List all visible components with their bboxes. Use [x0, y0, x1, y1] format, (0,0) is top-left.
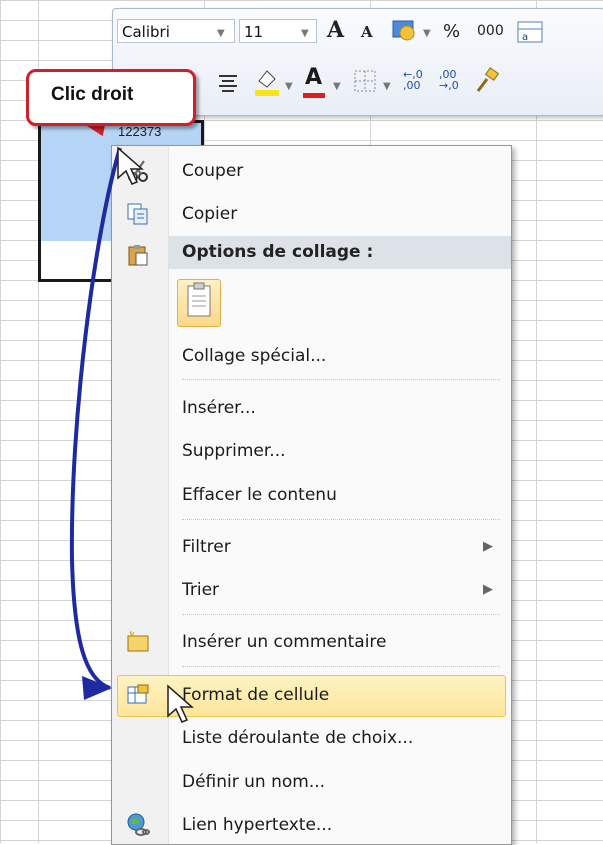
annotation-arrow-line — [69, 147, 122, 690]
annotation-overlay — [69, 146, 194, 723]
mouse-cursor-icon — [167, 684, 194, 723]
mouse-cursor-icon — [117, 146, 144, 185]
